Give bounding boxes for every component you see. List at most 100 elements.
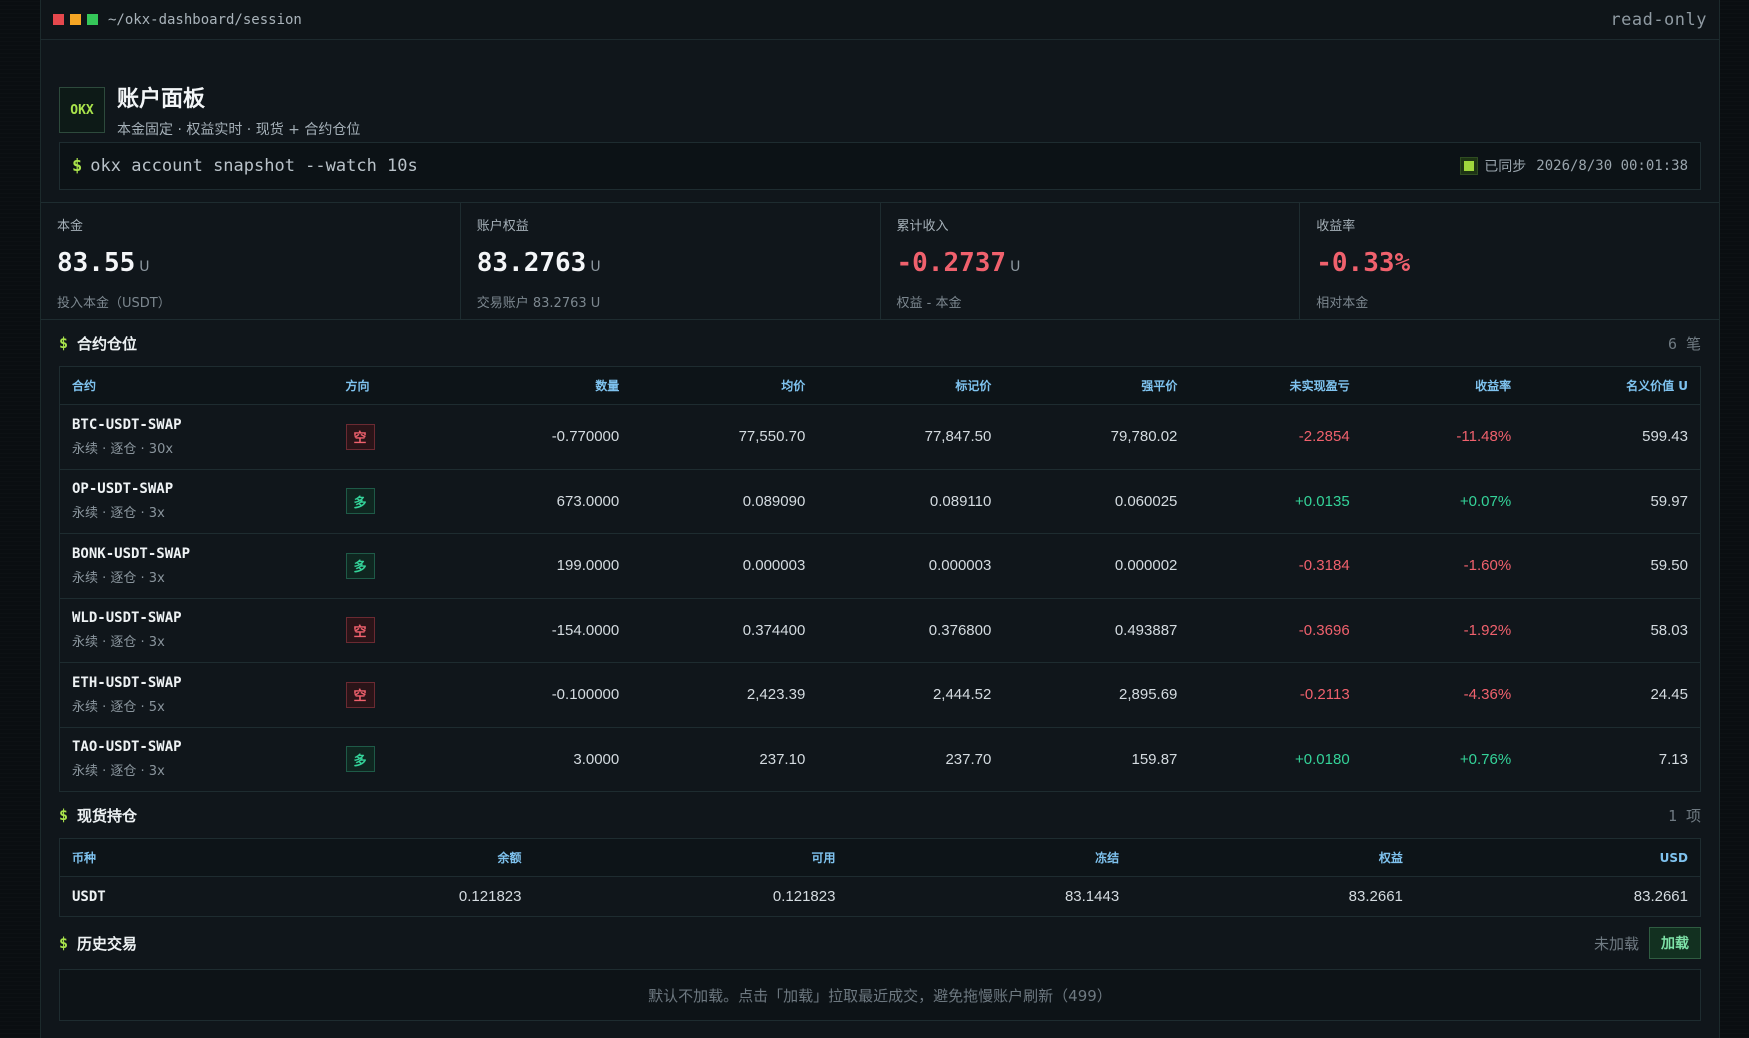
instrument-name: BTC-USDT-SWAP	[72, 416, 182, 433]
stat-unit: U	[590, 259, 601, 275]
instrument-cell: OP-USDT-SWAP 永续 · 逐仓 · 3x	[60, 469, 334, 534]
title-bar: ~/okx-dashboard/session read-only	[41, 0, 1719, 40]
quantity-cell: 199.0000	[556, 557, 620, 575]
prompt-symbol: $	[72, 156, 83, 176]
spot-title: 现货持仓	[77, 806, 138, 825]
stat-note: 投入本金（USDT）	[57, 296, 171, 311]
history-section-header: $ 历史交易 未加载 加载	[41, 917, 1719, 969]
side-badge: 多	[345, 746, 375, 773]
column-header: 权益	[1131, 838, 1415, 877]
table-row[interactable]: WLD-USDT-SWAP 永续 · 逐仓 · 3x 空 -154.0000 0…	[59, 598, 1701, 663]
upl-cell: +0.0135	[1295, 492, 1350, 510]
column-header: 收益率	[1361, 366, 1524, 405]
session-path: ~/okx-dashboard/session	[108, 11, 302, 28]
liq-price-cell: 159.87	[1131, 750, 1178, 768]
column-header: 强平价	[1003, 366, 1190, 405]
header-text: 账户面板 本金固定 · 权益实时 · 现货 + 合约仓位	[117, 81, 360, 139]
stat-card: 累计收入 -0.2737 U 权益 - 本金	[881, 203, 1301, 319]
sync-indicator-icon	[1460, 157, 1479, 175]
upl-cell: -0.3184	[1298, 557, 1350, 575]
column-header: 冻结	[847, 838, 1132, 877]
table-row[interactable]: TAO-USDT-SWAP 永续 · 逐仓 · 3x 多 3.0000 237.…	[60, 727, 1701, 792]
positions-section-header: $ 合约仓位 6 笔	[41, 320, 1719, 366]
mark-price-cell: 0.089110	[929, 492, 992, 510]
instrument-name: BONK-USDT-SWAP	[72, 545, 191, 562]
stat-label: 累计收入	[896, 219, 949, 234]
liq-price-cell: 0.060025	[1114, 492, 1178, 510]
history-controls: 未加载 加载	[1594, 927, 1701, 959]
avg-price-cell: 2,423.39	[746, 686, 806, 704]
column-header: 未实现盈亏	[1189, 366, 1362, 405]
close-window-dot[interactable]	[53, 14, 64, 25]
table-row[interactable]: OP-USDT-SWAP 永续 · 逐仓 · 3x 多 673.0000 0.0…	[59, 469, 1701, 534]
notional-cell: 58.03	[1650, 621, 1688, 639]
mark-price-cell: 77,847.50	[924, 428, 992, 446]
notional-cell: 59.97	[1650, 492, 1688, 510]
stat-card: 账户权益 83.2763 U 交易账户 83.2763 U	[461, 203, 881, 319]
positions-count: 6 笔	[1667, 334, 1701, 353]
history-status: 未加载	[1593, 934, 1639, 953]
notional-cell: 599.43	[1642, 428, 1688, 446]
command-bar: $ okx account snapshot --watch 10s 已同步 2…	[59, 142, 1701, 190]
mark-price-cell: 0.000003	[928, 557, 992, 575]
page-title: 账户面板	[117, 87, 206, 112]
notional-cell: 59.50	[1650, 557, 1688, 575]
stat-unit: U	[1010, 259, 1021, 275]
column-header: 名义价值 U	[1523, 366, 1701, 405]
spot-header-row: 币种 余额 可用 冻结 权益 USD	[59, 838, 1701, 877]
positions-header-row: 合约 方向 数量 均价 标记价 强平价 未实现盈亏 收益率 名义价值 U	[59, 366, 1701, 405]
quantity-cell: -0.100000	[551, 686, 620, 704]
stat-value: -0.2737 U	[897, 248, 1284, 278]
table-row[interactable]: ETH-USDT-SWAP 永续 · 逐仓 · 5x 空 -0.100000 2…	[59, 663, 1701, 728]
column-header: 合约	[59, 366, 334, 405]
minimize-window-dot[interactable]	[70, 14, 81, 25]
column-header: 标记价	[817, 366, 1004, 405]
side-badge: 空	[345, 681, 375, 708]
upl-cell: +0.0180	[1295, 750, 1350, 768]
stat-number: -0.33%	[1316, 248, 1411, 278]
stats-row: 本金 83.55 U 投入本金（USDT） 账户权益 83.2763 U 交易账户…	[41, 202, 1719, 320]
table-row[interactable]: BONK-USDT-SWAP 永续 · 逐仓 · 3x 多 199.0000 0…	[59, 534, 1701, 598]
avg-price-cell: 237.10	[759, 750, 806, 768]
side-badge: 多	[345, 552, 375, 579]
quantity-cell: -0.770000	[551, 428, 620, 446]
side-badge: 空	[345, 423, 375, 450]
column-header: 均价	[631, 366, 818, 405]
spot-count: 1 项	[1667, 806, 1701, 825]
instrument-detail: 永续 · 逐仓 · 5x	[72, 699, 165, 715]
section-dollar-icon: $	[59, 934, 69, 952]
stat-number: -0.2737	[896, 248, 1007, 278]
instrument-cell: WLD-USDT-SWAP 永续 · 逐仓 · 3x	[60, 598, 334, 663]
table-row[interactable]: BTC-USDT-SWAP 永续 · 逐仓 · 30x 空 -0.770000 …	[59, 405, 1701, 470]
upl-cell: -0.3696	[1298, 621, 1350, 639]
liq-price-cell: 0.493887	[1114, 621, 1178, 639]
side-cell: 空	[334, 598, 444, 663]
column-header: 可用	[533, 838, 848, 877]
instrument-name: OP-USDT-SWAP	[72, 481, 174, 498]
quantity-cell: 673.0000	[556, 492, 620, 510]
maximize-window-dot[interactable]	[87, 14, 98, 25]
stat-note: 相对本金	[1316, 296, 1369, 311]
ratio-cell: +0.07%	[1459, 492, 1512, 510]
sync-label: 已同步	[1484, 159, 1527, 175]
avg-price-cell: 0.089090	[742, 492, 806, 510]
stat-card: 本金 83.55 U 投入本金（USDT）	[41, 203, 461, 319]
column-header: 余额	[219, 838, 534, 877]
side-cell: 空	[334, 405, 444, 470]
positions-title: 合约仓位	[77, 334, 138, 353]
side-cell: 空	[334, 663, 444, 728]
mark-price-cell: 0.376800	[928, 621, 992, 639]
balance-cell: 0.121823	[458, 888, 522, 905]
sync-status: 已同步 2026/8/30 00:01:38	[1460, 156, 1688, 176]
quantity-cell: 3.0000	[573, 750, 620, 768]
table-row[interactable]: USDT 0.121823 0.121823 83.1443 83.2661 8…	[60, 877, 1701, 917]
instrument-cell: TAO-USDT-SWAP 永续 · 逐仓 · 3x	[60, 727, 334, 792]
ratio-cell: -1.60%	[1463, 557, 1512, 575]
instrument-detail: 永续 · 逐仓 · 3x	[72, 764, 165, 780]
currency-cell: USDT	[72, 888, 106, 905]
side-badge: 多	[345, 488, 375, 515]
stat-label: 收益率	[1316, 219, 1356, 234]
avg-price-cell: 77,550.70	[738, 428, 806, 446]
load-history-button[interactable]: 加载	[1649, 927, 1701, 959]
stat-label: 本金	[57, 219, 84, 234]
